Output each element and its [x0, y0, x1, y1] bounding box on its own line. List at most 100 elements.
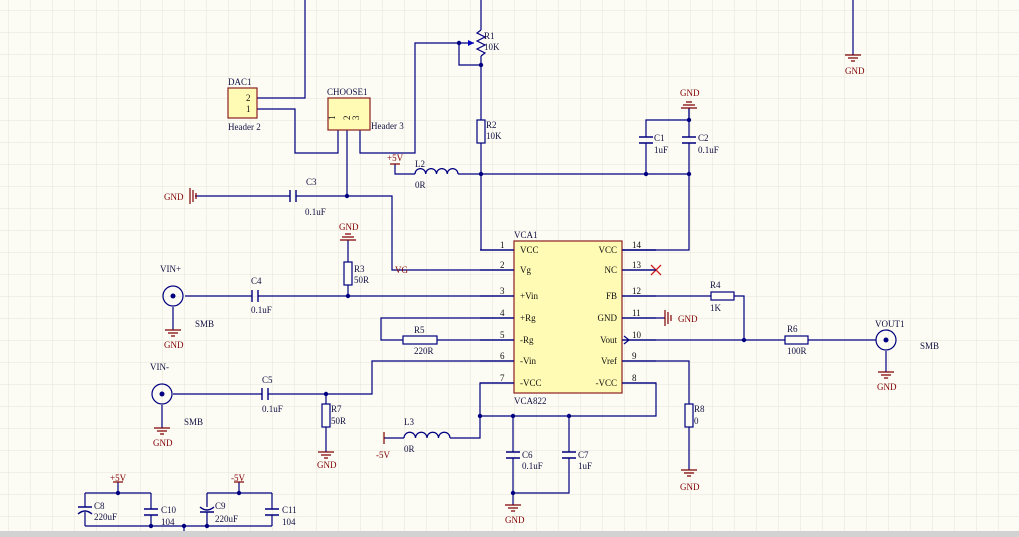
ic-pin-number: 8: [632, 373, 637, 383]
gnd-label-top-right: GND: [845, 66, 865, 76]
ic-comment: VCA822: [514, 396, 547, 406]
r6-resistor: [784, 335, 809, 345]
ic-pin-number: 10: [632, 330, 642, 340]
junction: [510, 490, 516, 496]
ic-pin-name: -Rg: [520, 335, 534, 345]
c10-designator: C10: [161, 505, 177, 515]
r1-value: 10K: [484, 42, 500, 52]
c5-designator: C5: [262, 375, 273, 385]
schematic-sheet[interactable]: 2 1 DAC1 Header 2 1 2 3 CHOOSE1 Header 3…: [0, 0, 1019, 531]
ic-pin-number: 11: [632, 308, 641, 318]
r2-value: 10K: [486, 131, 502, 141]
ic-pin-number: 9: [632, 351, 637, 361]
r8-value: 0: [694, 416, 699, 426]
junction: [477, 413, 483, 419]
ic-designator: VCA1: [514, 230, 538, 240]
c1-value: 1uF: [654, 145, 668, 155]
r3-designator: R3: [354, 264, 365, 274]
vout1-designator: VOUT1: [875, 319, 905, 329]
c3-designator: C3: [306, 177, 317, 187]
c10-value: 104: [161, 517, 175, 527]
junction: [510, 413, 516, 419]
c1-designator: C1: [654, 133, 665, 143]
vin-plus-comment: SMB: [195, 319, 214, 329]
dac1-designator: DAC1: [228, 77, 252, 87]
power-label-5v-bulk: +5V: [110, 473, 127, 483]
c6-designator: C6: [522, 450, 533, 460]
c4-value: 0.1uF: [251, 305, 272, 315]
c11-value: 104: [282, 517, 296, 527]
r8-designator: R8: [694, 404, 705, 414]
ic-pin-name: Vout: [600, 335, 617, 345]
ic-pin-number: 2: [500, 260, 505, 270]
r3-resistor: [343, 261, 353, 286]
r6-designator: R6: [787, 324, 798, 334]
ic-pin-number: 13: [632, 260, 642, 270]
r5-designator: R5: [414, 325, 425, 335]
junction: [344, 193, 350, 199]
junction: [236, 490, 242, 496]
ic-pin-number: 12: [632, 286, 641, 296]
c9-designator: C9: [215, 501, 226, 511]
ic-pin-number: 14: [632, 240, 642, 250]
r5-resistor: [402, 335, 438, 345]
gnd-label-ic: GND: [678, 314, 698, 324]
dac1-comment: Header 2: [228, 122, 261, 132]
dac1-pin-2: 2: [246, 93, 251, 103]
ic-pin-name: +Vin: [520, 291, 539, 301]
ic-pin-name: VCC: [598, 245, 617, 255]
choose1-designator: CHOOSE1: [327, 87, 368, 97]
gnd-label-r7: GND: [317, 460, 337, 470]
junction: [181, 523, 187, 529]
vin-minus-comment: SMB: [184, 417, 203, 427]
r2-designator: R2: [486, 120, 497, 130]
junction: [566, 413, 572, 419]
ic-pin-name: Vg: [520, 265, 531, 275]
r4-resistor: [710, 291, 735, 301]
c2-value: 0.1uF: [698, 145, 719, 155]
c8-value: 220uF: [94, 512, 117, 522]
l3-designator: L3: [404, 417, 414, 427]
ic-pin-name: VCC: [520, 245, 539, 255]
gnd-label-c3: GND: [164, 192, 184, 202]
gnd-label-vout1: GND: [877, 382, 897, 392]
junction: [204, 523, 210, 529]
ic-pin-number: 3: [500, 286, 505, 296]
junction: [345, 293, 351, 299]
gnd-label-c2: GND: [680, 88, 700, 98]
r8-resistor: [684, 403, 694, 428]
c4-designator: C4: [251, 276, 262, 286]
net-label-vg: VG: [395, 265, 408, 275]
gnd-label-r3: GND: [339, 222, 359, 232]
ic-pin-name: -Vin: [520, 356, 536, 366]
c2-designator: C2: [698, 133, 709, 143]
junction: [686, 171, 692, 177]
vin-minus-designator: VIN-: [150, 362, 169, 372]
r2-resistor: [476, 119, 486, 144]
ic-pin-name: -VCC: [595, 378, 617, 388]
r7-value: 50R: [331, 416, 346, 426]
status-bar: [0, 531, 1019, 537]
power-label-neg5v-bulk: -5V: [231, 473, 245, 483]
power-label-neg5v-l3: -5V: [376, 450, 390, 460]
ic-pin-number: 7: [500, 373, 505, 383]
ic-pin-number: 5: [500, 330, 505, 340]
c8-designator: C8: [94, 501, 105, 511]
r4-designator: R4: [710, 280, 721, 290]
junction: [323, 391, 329, 397]
junction: [115, 490, 121, 496]
junction: [456, 40, 462, 46]
junction: [686, 117, 692, 123]
choose1-pin-3: 3: [351, 115, 361, 120]
r7-resistor: [321, 403, 331, 428]
ic-pin-name: +Rg: [520, 313, 536, 323]
c9-value: 220uF: [215, 514, 238, 524]
c3-value: 0.1uF: [305, 207, 326, 217]
choose1-comment: Header 3: [371, 121, 404, 131]
r3-value: 50R: [354, 275, 369, 285]
l3-value: 0R: [404, 444, 415, 454]
ic-pin-number: 1: [500, 240, 505, 250]
power-label-5v-l2: +5V: [387, 153, 404, 163]
choose1-pin-1: 1: [327, 116, 337, 121]
gnd-label-vin-plus: GND: [164, 340, 184, 350]
